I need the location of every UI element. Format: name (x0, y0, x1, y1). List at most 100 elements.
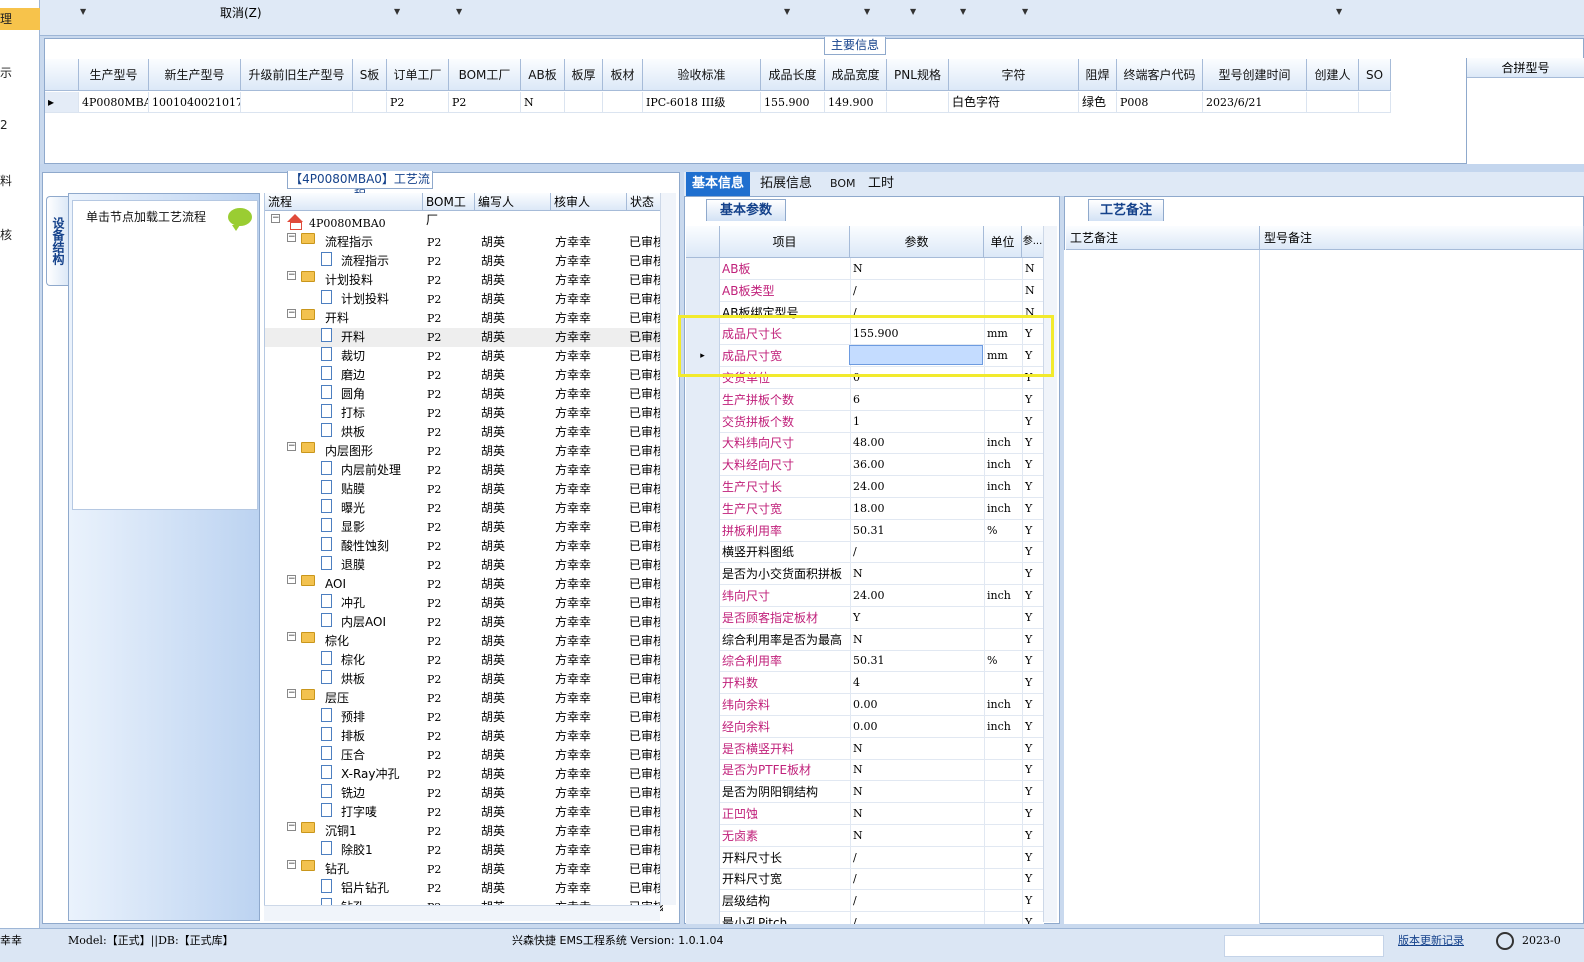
table-cell[interactable]: 2023/6/21 (1203, 92, 1307, 113)
param-value[interactable]: / (850, 890, 984, 913)
left-nav-item-1[interactable]: 示 (0, 64, 40, 84)
tree-leaf-node[interactable]: 铣边 P2 胡英 方幸幸 已审核 (265, 784, 676, 803)
tree-leaf-node[interactable]: 排板 P2 胡英 方幸幸 已审核 (265, 727, 676, 746)
chevron-down-icon[interactable]: ▼ (1022, 7, 1028, 16)
collapse-icon[interactable]: − (287, 233, 296, 242)
tree-horizontal-scrollbar[interactable] (264, 905, 660, 921)
table-cell[interactable]: 10010400210177 (149, 92, 241, 113)
collapse-icon[interactable]: − (287, 632, 296, 641)
table-cell[interactable]: 白色字符 (949, 92, 1079, 113)
tree-leaf-node[interactable]: 圆角 P2 胡英 方幸幸 已审核 (265, 385, 676, 404)
tree-leaf-node[interactable]: 冲孔 P2 胡英 方幸幸 已审核 (265, 594, 676, 613)
tree-leaf-node[interactable]: 贴膜 P2 胡英 方幸幸 已审核 (265, 480, 676, 499)
column-header[interactable]: 字符 (949, 59, 1079, 91)
column-header[interactable]: 成品长度 (761, 59, 825, 91)
input-method-bar[interactable] (1224, 935, 1384, 957)
table-cell[interactable] (603, 92, 643, 113)
tree-folder-node[interactable]: − 开料 P2 胡英 方幸幸 已审核 (265, 309, 676, 328)
row-indicator[interactable] (686, 258, 720, 280)
tree-folder-node[interactable]: − 流程指示 P2 胡英 方幸幸 已审核 (265, 233, 676, 252)
row-indicator[interactable] (686, 694, 720, 716)
tree-leaf-node[interactable]: 铝片钻孔 P2 胡英 方幸幸 已审核 (265, 879, 676, 898)
tree-leaf-node[interactable]: 烘板 P2 胡英 方幸幸 已审核 (265, 423, 676, 442)
table-cell[interactable]: 149.900 (825, 92, 887, 113)
merge-model-header[interactable]: 合拼型号 (1467, 58, 1584, 78)
row-indicator[interactable] (686, 912, 720, 924)
row-indicator[interactable] (686, 563, 720, 586)
param-row[interactable]: 生产拼板个数 6 Y (686, 388, 1044, 411)
column-header[interactable]: 验收标准 (643, 59, 761, 91)
param-value[interactable]: N (850, 258, 984, 280)
row-indicator[interactable] (686, 737, 720, 760)
param-row[interactable]: 是否为阴阳铜结构 N Y (686, 781, 1044, 804)
cancel-button[interactable]: 取消(Z) (220, 4, 262, 21)
version-log-link[interactable]: 版本更新记录 (1398, 929, 1464, 953)
param-row[interactable]: 正凹蚀 N Y (686, 803, 1044, 825)
row-indicator[interactable] (686, 585, 720, 607)
param-row[interactable]: AB板类型 / N (686, 279, 1044, 302)
row-indicator[interactable] (686, 715, 720, 738)
process-remark-header[interactable]: 工艺备注 (1066, 226, 1260, 250)
row-indicator[interactable] (686, 781, 720, 804)
column-header[interactable]: 板材 (603, 59, 643, 91)
param-row[interactable]: 综合利用率是否为最高 N Y (686, 628, 1044, 651)
table-cell[interactable] (565, 92, 603, 113)
row-indicator[interactable] (686, 650, 720, 673)
tree-leaf-node[interactable]: 裁切 P2 胡英 方幸幸 已审核 (265, 347, 676, 366)
tree-leaf-node[interactable]: 棕化 P2 胡英 方幸幸 已审核 (265, 651, 676, 670)
param-row[interactable]: 经向余料 0.00 inch Y (686, 715, 1044, 738)
tree-leaf-node[interactable]: 打字唛 P2 胡英 方幸幸 已审核 (265, 803, 676, 822)
tree-vertical-scrollbar[interactable] (660, 193, 676, 905)
tree-folder-node[interactable]: − 沉铜1 P2 胡英 方幸幸 已审核 (265, 822, 676, 841)
tree-leaf-node[interactable]: 预排 P2 胡英 方幸幸 已审核 (265, 708, 676, 727)
param-value[interactable]: 0.00 (850, 715, 984, 738)
collapse-icon[interactable]: − (271, 214, 280, 223)
tree-folder-node[interactable]: − 层压 P2 胡英 方幸幸 已审核 (265, 689, 676, 708)
chevron-down-icon[interactable]: ▼ (456, 7, 462, 16)
column-header[interactable]: 单位 (984, 226, 1022, 258)
table-cell[interactable]: P2 (387, 92, 449, 113)
param-value[interactable]: 24.00 (850, 585, 984, 607)
param-row[interactable]: 横竖开料图纸 / Y (686, 541, 1044, 564)
param-row[interactable]: 是否为小交货面积拼板 N Y (686, 563, 1044, 586)
process-remark-textarea[interactable] (1064, 250, 1260, 924)
row-indicator[interactable] (686, 846, 720, 869)
tree-leaf-node[interactable]: 磨边 P2 胡英 方幸幸 已审核 (265, 366, 676, 385)
table-cell[interactable]: N (521, 92, 565, 113)
table-cell[interactable]: P008 (1117, 92, 1203, 113)
chevron-down-icon[interactable]: ▼ (394, 7, 400, 16)
tree-leaf-node[interactable]: 开料 P2 胡英 方幸幸 已审核 (265, 328, 676, 347)
param-value[interactable]: N (850, 803, 984, 825)
param-row[interactable]: 是否横竖开料 N Y (686, 737, 1044, 760)
row-indicator[interactable] (686, 628, 720, 651)
chevron-down-icon[interactable]: ▼ (864, 7, 870, 16)
param-value[interactable]: / (850, 912, 984, 924)
table-cell[interactable] (1359, 92, 1391, 113)
tree-folder-node[interactable]: − 内层图形 P2 胡英 方幸幸 已审核 (265, 442, 676, 461)
collapse-icon[interactable]: − (287, 860, 296, 869)
tab-process-remark[interactable]: 工艺备注 (1088, 199, 1164, 221)
tree-leaf-node[interactable]: 内层AOI P2 胡英 方幸幸 已审核 (265, 613, 676, 632)
table-cell[interactable] (1307, 92, 1359, 113)
param-row[interactable]: 生产尺寸长 24.00 inch Y (686, 476, 1044, 498)
tree-leaf-node[interactable]: 计划投料 P2 胡英 方幸幸 已审核 (265, 290, 676, 309)
param-row[interactable]: 大料经向尺寸 36.00 inch Y (686, 454, 1044, 477)
param-row[interactable]: 生产尺寸宽 18.00 inch Y (686, 497, 1044, 520)
param-value[interactable]: 36.00 (850, 454, 984, 477)
param-value[interactable]: 50.31 (850, 519, 984, 542)
row-indicator[interactable] (686, 454, 720, 477)
row-indicator[interactable] (686, 890, 720, 913)
param-value[interactable]: 24.00 (850, 476, 984, 498)
param-value[interactable]: 18.00 (850, 497, 984, 520)
param-row[interactable]: 纬向尺寸 24.00 inch Y (686, 585, 1044, 607)
table-cell[interactable] (887, 92, 949, 113)
row-indicator[interactable] (686, 672, 720, 695)
param-value[interactable]: / (850, 846, 984, 869)
column-header[interactable]: 订单工厂 (387, 59, 449, 91)
param-row[interactable]: 是否顾客指定板材 Y Y (686, 606, 1044, 629)
table-cell[interactable]: 155.900 (761, 92, 825, 113)
tab-extended-info[interactable]: 拓展信息 (754, 172, 818, 196)
param-row[interactable]: 开料数 4 Y (686, 672, 1044, 695)
column-header[interactable]: 新生产型号 (149, 59, 241, 91)
param-value[interactable]: 6 (850, 388, 984, 411)
